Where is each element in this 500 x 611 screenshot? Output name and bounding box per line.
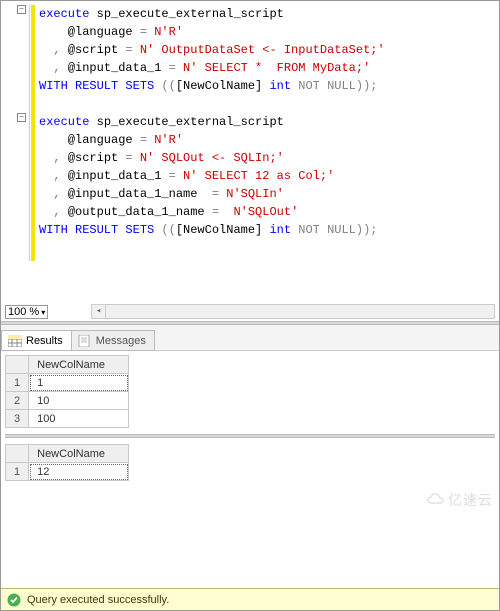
result-grid-1[interactable]: NewColName112103100 bbox=[5, 355, 129, 428]
collapse-toggle-icon[interactable]: − bbox=[17, 113, 26, 122]
tab-messages-label: Messages bbox=[96, 335, 146, 347]
grid-icon bbox=[8, 335, 22, 347]
result-tabs: Results Messages bbox=[1, 325, 499, 351]
change-marker bbox=[31, 5, 35, 261]
sql-editor[interactable]: − − execute sp_execute_external_script @… bbox=[1, 1, 499, 321]
document-icon bbox=[78, 335, 92, 347]
outline-line bbox=[29, 5, 30, 261]
zoom-value: 100 % bbox=[8, 306, 39, 318]
results-pane: NewColName112103100 NewColName112 bbox=[1, 351, 499, 485]
table-row[interactable]: 11 bbox=[6, 374, 129, 392]
chevron-down-icon[interactable]: ▾ bbox=[41, 308, 45, 317]
code-area[interactable]: execute sp_execute_external_script @lang… bbox=[39, 5, 491, 239]
tab-messages[interactable]: Messages bbox=[71, 330, 155, 351]
table-row[interactable]: 112 bbox=[6, 463, 129, 481]
status-text: Query executed successfully. bbox=[27, 594, 169, 606]
column-header[interactable]: NewColName bbox=[29, 445, 129, 463]
zoom-control[interactable]: 100 % ▾ bbox=[5, 305, 48, 319]
status-bar: Query executed successfully. bbox=[1, 588, 499, 610]
result-grid-2[interactable]: NewColName112 bbox=[5, 444, 129, 481]
success-icon bbox=[7, 593, 21, 607]
table-row[interactable]: 3100 bbox=[6, 410, 129, 428]
tab-results[interactable]: Results bbox=[1, 330, 72, 351]
grid-splitter[interactable] bbox=[5, 434, 495, 438]
collapse-toggle-icon[interactable]: − bbox=[17, 5, 26, 14]
scroll-left-icon[interactable]: ◂ bbox=[92, 305, 106, 318]
column-header[interactable]: NewColName bbox=[29, 356, 129, 374]
tab-results-label: Results bbox=[26, 335, 63, 347]
watermark: 亿速云 bbox=[426, 490, 493, 510]
editor-gutter: − − bbox=[1, 1, 29, 321]
table-row[interactable]: 210 bbox=[6, 392, 129, 410]
horizontal-scrollbar[interactable]: ◂ bbox=[91, 304, 495, 319]
